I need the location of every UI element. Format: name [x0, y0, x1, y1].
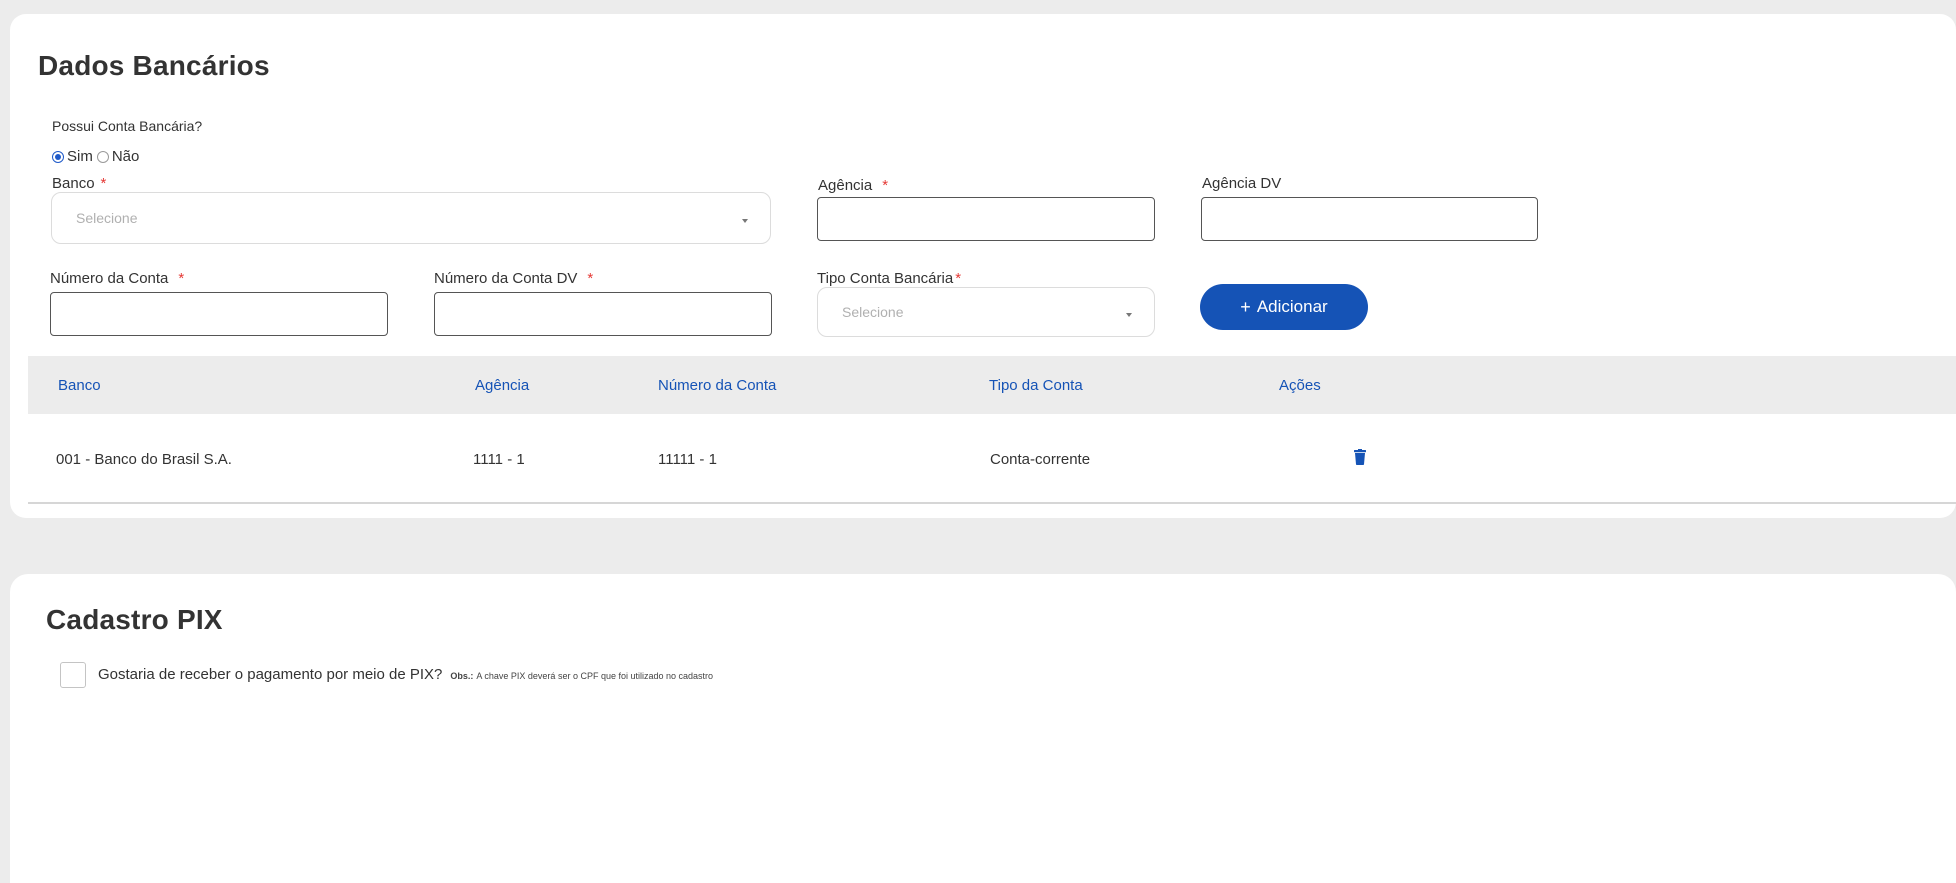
pix-question-text: Gostaria de receber o pagamento por meio… — [98, 666, 443, 683]
required-mark: * — [882, 177, 889, 194]
banco-select-placeholder: Selecione — [76, 210, 138, 226]
agencia-dv-label: Agência DV — [1202, 175, 1282, 192]
required-mark: * — [178, 270, 185, 287]
numero-conta-dv-label-text: Número da Conta DV — [434, 270, 578, 287]
column-header-acoes: Ações — [1279, 376, 1321, 394]
chevron-down-icon — [1126, 313, 1132, 317]
radio-no-label[interactable]: Não — [112, 148, 140, 165]
banco-label: Banco * — [52, 175, 106, 192]
numero-conta-dv-input[interactable] — [434, 292, 772, 336]
required-mark: * — [955, 270, 962, 287]
numero-conta-label-text: Número da Conta — [50, 270, 169, 287]
radio-no[interactable] — [96, 150, 109, 163]
banco-label-text: Banco — [52, 175, 95, 192]
tipo-conta-label-text: Tipo Conta Bancária — [817, 270, 954, 287]
column-header-banco[interactable]: Banco — [58, 356, 101, 414]
add-button-label: Adicionar — [1256, 297, 1328, 316]
pix-obs-text: A chave PIX deverá ser o CPF que foi uti… — [476, 671, 714, 681]
has-account-radio-group: Sim Não — [52, 148, 139, 165]
add-button[interactable]: + Adicionar — [1200, 284, 1368, 330]
cell-banco: 001 - Banco do Brasil S.A. — [56, 450, 232, 468]
required-mark: * — [100, 175, 107, 192]
pix-section-title: Cadastro PIX — [46, 604, 223, 635]
tipo-conta-label: Tipo Conta Bancária * — [817, 270, 961, 287]
column-header-tipo-conta[interactable]: Tipo da Conta — [989, 356, 1083, 414]
numero-conta-label: Número da Conta * — [50, 270, 184, 287]
banco-select[interactable]: Selecione — [51, 192, 771, 244]
pix-obs-note: Obs.: A chave PIX deverá ser o CPF que fo… — [450, 671, 713, 681]
column-header-agencia[interactable]: Agência — [475, 356, 529, 414]
cell-agencia: 1111 - 1 — [473, 450, 525, 468]
agencia-input[interactable] — [817, 197, 1155, 241]
tipo-conta-select[interactable]: Selecione — [817, 287, 1155, 337]
pix-obs-label: Obs.: — [450, 671, 474, 681]
has-account-label: Possui Conta Bancária? — [52, 118, 203, 134]
agencia-label-text: Agência — [818, 177, 873, 194]
pix-card: Cadastro PIX Gostaria de receber o pagam… — [10, 574, 1956, 883]
agencia-dv-input[interactable] — [1201, 197, 1538, 241]
bank-data-card: Dados Bancários Possui Conta Bancária? S… — [10, 14, 1956, 518]
required-mark: * — [587, 270, 594, 287]
table-row: 001 - Banco do Brasil S.A. 1111 - 1 1111… — [28, 414, 1956, 504]
cell-conta: 11111 - 1 — [658, 450, 717, 468]
trash-icon[interactable] — [1354, 449, 1366, 470]
plus-icon: + — [1240, 296, 1251, 317]
radio-yes[interactable] — [52, 150, 64, 163]
bank-section-title: Dados Bancários — [38, 50, 270, 81]
chevron-down-icon — [742, 219, 748, 223]
numero-conta-input[interactable] — [50, 292, 388, 336]
agencia-label: Agência * — [818, 177, 888, 194]
tipo-conta-select-placeholder: Selecione — [842, 304, 904, 320]
cell-tipo: Conta-corrente — [990, 450, 1091, 468]
table-header: Banco Agência Número da Conta Tipo da Co… — [28, 356, 1956, 414]
pix-checkbox[interactable] — [60, 662, 86, 688]
column-header-numero-conta[interactable]: Número da Conta — [658, 356, 776, 414]
numero-conta-dv-label: Número da Conta DV * — [434, 270, 593, 287]
pix-checkbox-label: Gostaria de receber o pagamento por meio… — [98, 666, 713, 683]
radio-yes-label[interactable]: Sim — [67, 148, 93, 165]
